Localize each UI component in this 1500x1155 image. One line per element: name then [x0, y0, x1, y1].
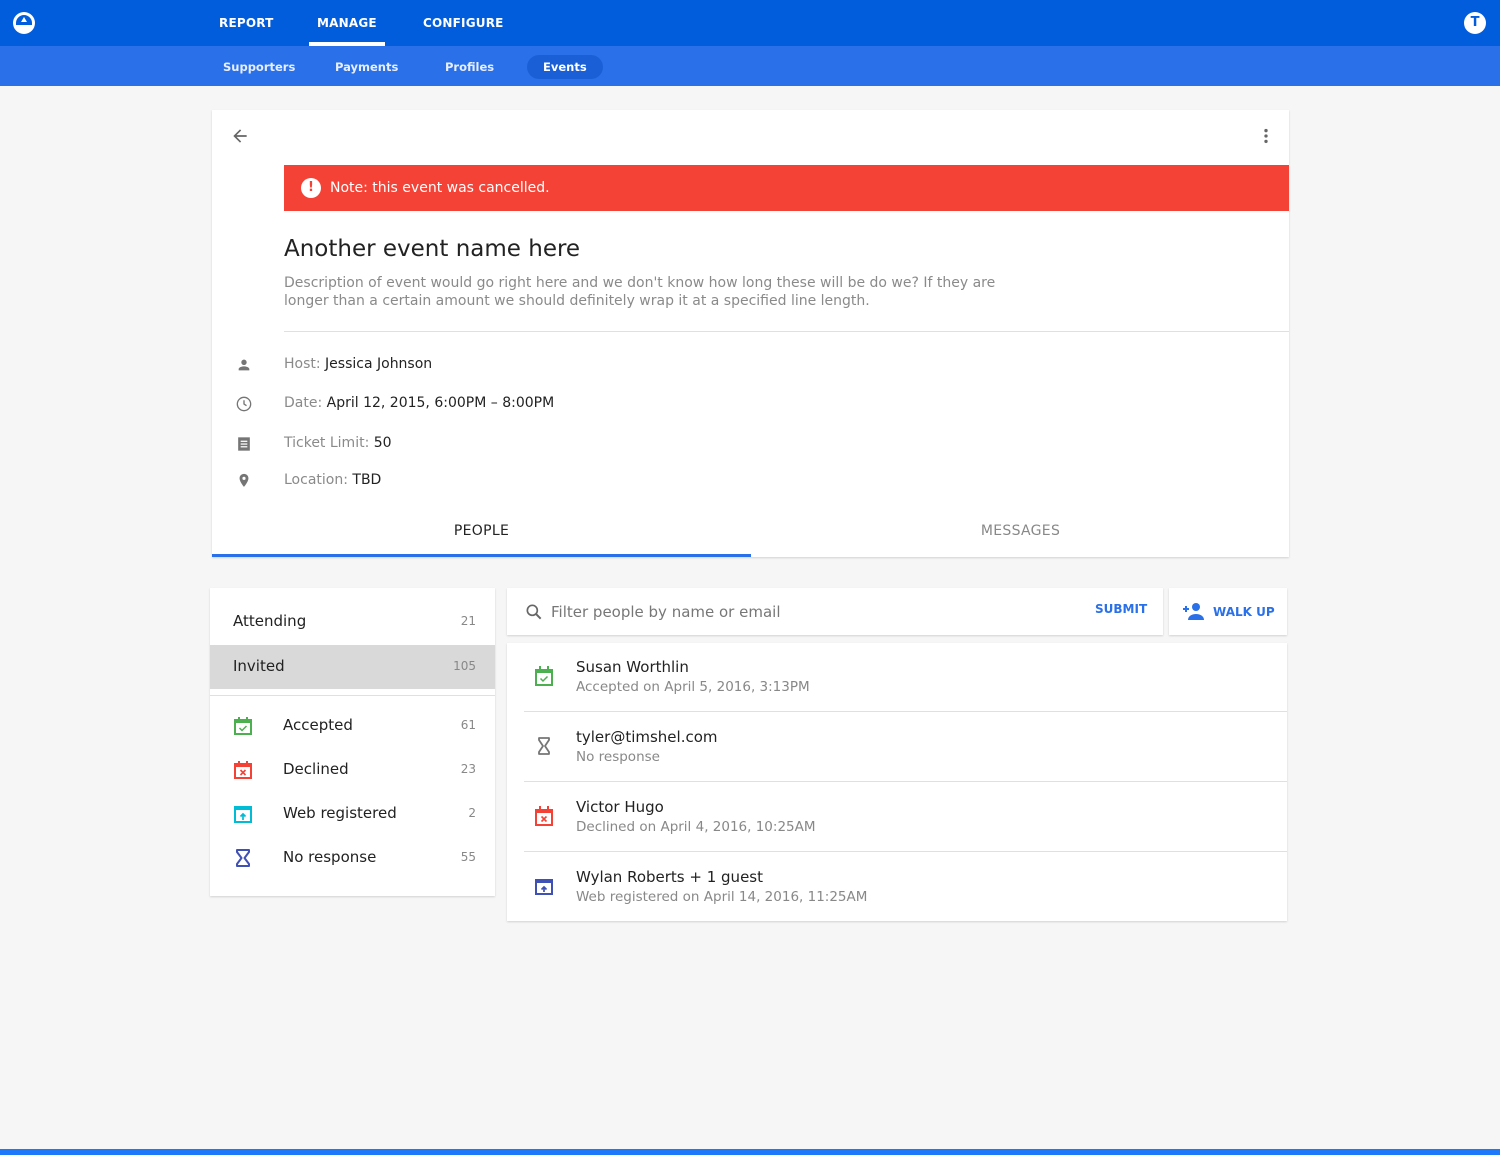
- status-accepted[interactable]: Accepted 61: [210, 704, 495, 748]
- event-title: Another event name here: [284, 236, 581, 262]
- active-tab-indicator: [212, 554, 751, 557]
- clock-icon: [236, 396, 252, 412]
- walk-up-button[interactable]: WALK UP: [1169, 588, 1287, 635]
- web-register-icon: [234, 806, 252, 823]
- detail-label: Ticket Limit:: [284, 435, 370, 451]
- detail-label: Date:: [284, 395, 323, 411]
- status-count: 21: [460, 614, 476, 628]
- status-label: Web registered: [283, 804, 397, 822]
- status-label: Accepted: [283, 716, 353, 734]
- status-label: Attending: [233, 612, 307, 630]
- event-tabs: PEOPLE MESSAGES: [212, 510, 1289, 557]
- web-register-icon: [535, 879, 553, 895]
- location-pin-icon: [239, 473, 249, 487]
- calendar-x-icon: [234, 761, 252, 779]
- calendar-check-icon: [234, 717, 252, 735]
- status-group-attending[interactable]: Attending 21: [210, 600, 495, 644]
- status-declined[interactable]: Declined 23: [210, 748, 495, 792]
- alert-icon: !: [301, 178, 321, 198]
- add-person-icon: [1183, 603, 1204, 620]
- person-name: tyler@timshel.com: [576, 728, 718, 746]
- status-group-invited[interactable]: Invited 105: [210, 645, 495, 689]
- divider: [284, 331, 1289, 332]
- subnav-payments[interactable]: Payments: [319, 55, 414, 79]
- person-status: Web registered on April 14, 2016, 11:25A…: [576, 889, 868, 905]
- person-name: Victor Hugo: [576, 798, 664, 816]
- status-no-response[interactable]: No response 55: [210, 836, 495, 880]
- event-detail-card: ! Note: this event was cancelled. Anothe…: [212, 110, 1289, 557]
- walk-up-label: WALK UP: [1213, 605, 1275, 619]
- list-item[interactable]: Victor Hugo Declined on April 4, 2016, 1…: [507, 783, 1287, 853]
- detail-value: TBD: [352, 472, 382, 488]
- people-filter-bar: SUBMIT: [507, 588, 1163, 635]
- detail-value: April 12, 2015, 6:00PM – 8:00PM: [326, 395, 555, 411]
- cancelled-alert-banner: ! Note: this event was cancelled.: [284, 165, 1289, 211]
- divider: [524, 781, 1287, 782]
- event-description: Description of event would go right here…: [284, 275, 996, 309]
- filter-people-input[interactable]: [551, 598, 1091, 625]
- status-label: Declined: [283, 760, 349, 778]
- subnav-supporters[interactable]: Supporters: [207, 55, 311, 79]
- subnav-events[interactable]: Events: [527, 55, 603, 79]
- nav-tab-manage[interactable]: MANAGE: [309, 0, 385, 46]
- alert-text: Note: this event was cancelled.: [330, 180, 550, 196]
- person-status: Declined on April 4, 2016, 10:25AM: [576, 819, 816, 835]
- status-label: Invited: [233, 657, 285, 675]
- ticket-icon: [238, 437, 250, 451]
- top-navigation-bar: REPORT MANAGE CONFIGURE T: [0, 0, 1500, 46]
- list-item[interactable]: tyler@timshel.com No response: [507, 713, 1287, 783]
- person-status: Accepted on April 5, 2016, 3:13PM: [576, 679, 810, 695]
- app-logo-icon[interactable]: [13, 12, 35, 34]
- status-filter-panel: Attending 21 Invited 105 Accepted 61 Dec…: [210, 588, 495, 896]
- calendar-x-icon: [535, 806, 553, 826]
- status-count: 23: [460, 762, 476, 776]
- status-count: 105: [453, 659, 476, 673]
- hourglass-icon: [236, 849, 250, 867]
- arrow-left-icon[interactable]: [230, 126, 250, 146]
- status-count: 2: [468, 806, 476, 820]
- person-name: Susan Worthlin: [576, 658, 689, 676]
- list-item[interactable]: Susan Worthlin Accepted on April 5, 2016…: [507, 643, 1287, 713]
- status-count: 55: [460, 850, 476, 864]
- tab-label: PEOPLE: [453, 523, 510, 539]
- tab-label: MESSAGES: [980, 523, 1061, 539]
- detail-label: Location:: [284, 472, 348, 488]
- divider: [524, 851, 1287, 852]
- subnav-profiles[interactable]: Profiles: [429, 55, 510, 79]
- person-name: Wylan Roberts + 1 guest: [576, 868, 763, 886]
- detail-value: Jessica Johnson: [325, 356, 433, 372]
- secondary-nav: Supporters Payments Profiles Events: [0, 46, 1500, 86]
- hourglass-icon: [538, 737, 550, 755]
- search-icon: [526, 604, 542, 620]
- list-item[interactable]: Wylan Roberts + 1 guest Web registered o…: [507, 853, 1287, 923]
- user-avatar[interactable]: T: [1464, 12, 1486, 34]
- status-web-registered[interactable]: Web registered 2: [210, 792, 495, 836]
- more-vertical-icon[interactable]: [1256, 126, 1276, 146]
- submit-button[interactable]: SUBMIT: [1095, 602, 1147, 616]
- detail-label: Host:: [284, 356, 321, 372]
- people-list: Susan Worthlin Accepted on April 5, 2016…: [507, 643, 1287, 921]
- detail-value: 50: [373, 435, 392, 451]
- tab-messages[interactable]: MESSAGES: [751, 510, 1290, 557]
- status-count: 61: [460, 718, 476, 732]
- divider: [210, 695, 495, 696]
- nav-tab-report[interactable]: REPORT: [219, 0, 274, 46]
- bottom-accent-bar: [0, 1149, 1500, 1155]
- divider: [524, 711, 1287, 712]
- calendar-check-icon: [535, 666, 553, 686]
- person-icon: [238, 359, 250, 371]
- person-status: No response: [576, 749, 660, 765]
- tab-people[interactable]: PEOPLE: [212, 510, 751, 557]
- status-label: No response: [283, 848, 377, 866]
- nav-tab-configure[interactable]: CONFIGURE: [423, 0, 504, 46]
